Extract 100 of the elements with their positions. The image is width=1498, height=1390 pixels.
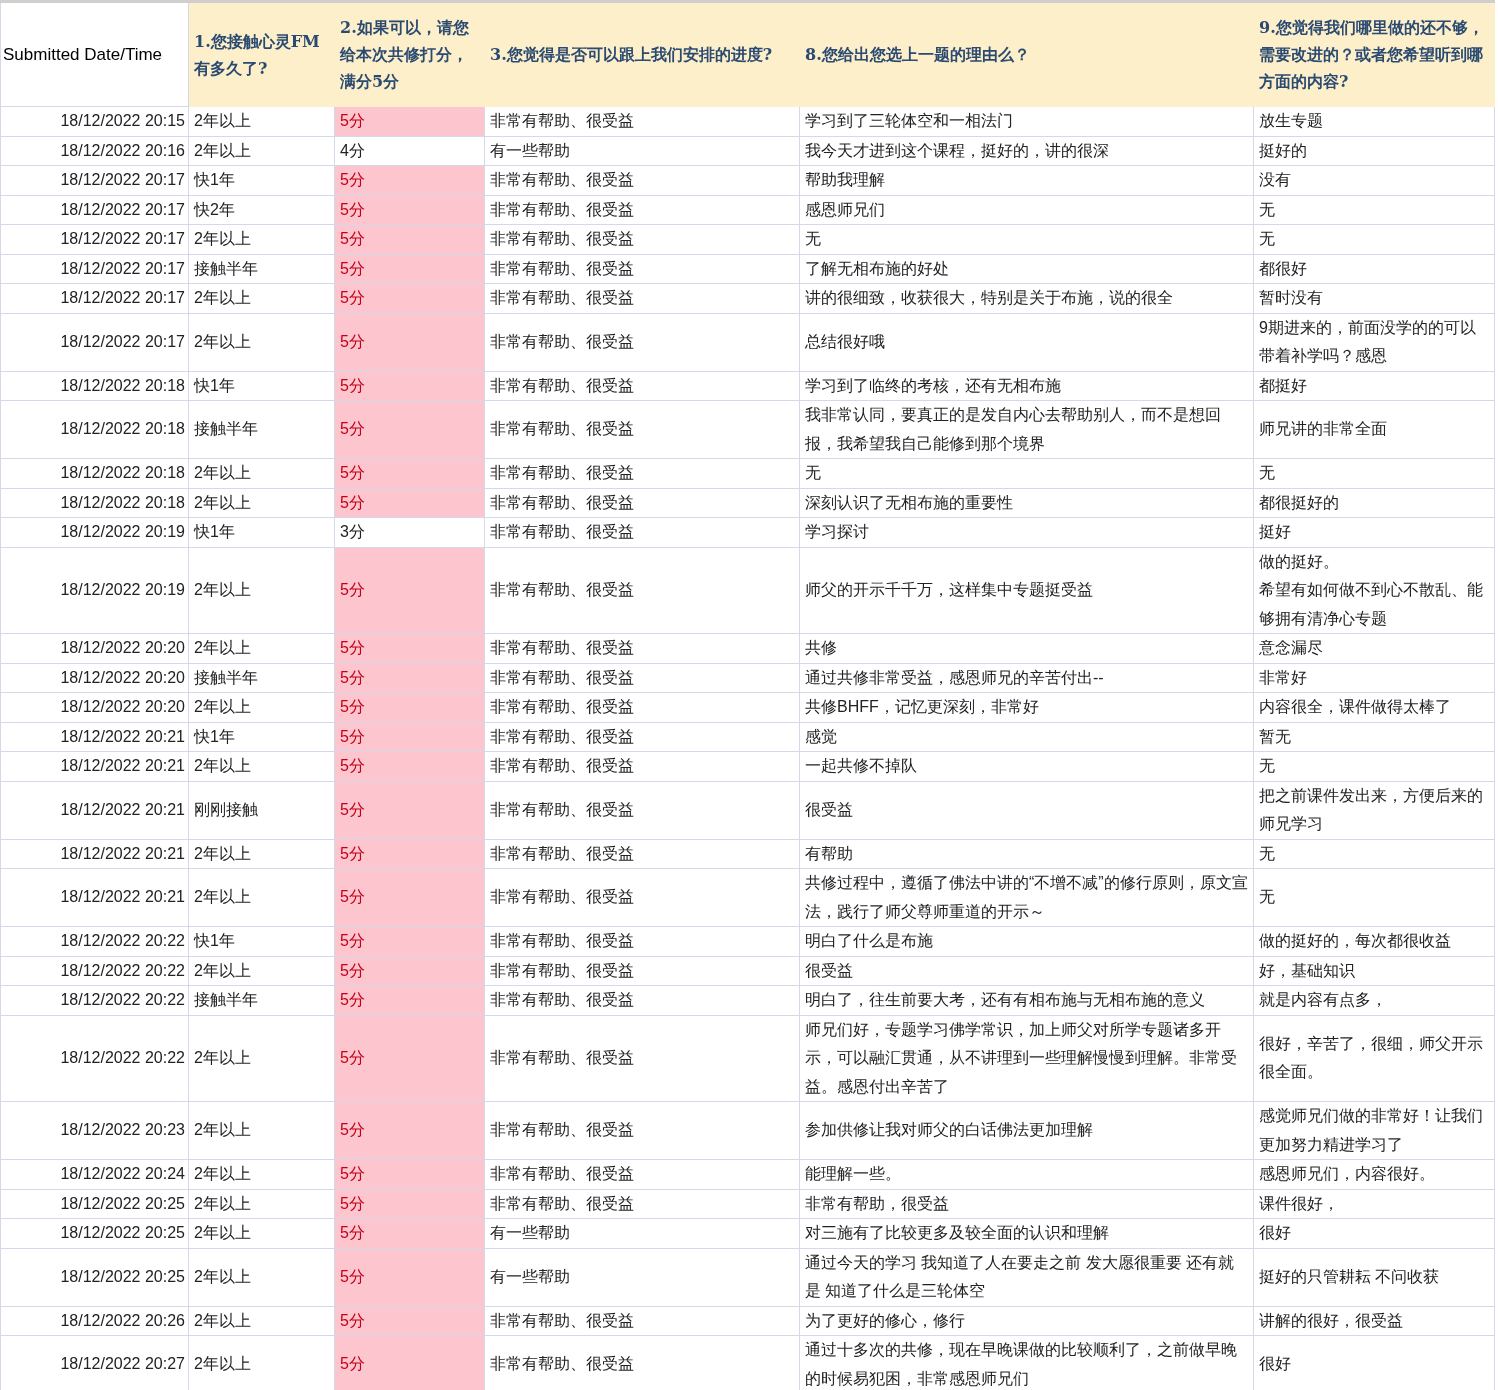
table-cell: 非常有帮助、很受益	[484, 1189, 800, 1219]
table-cell: 非常有帮助、很受益	[484, 1101, 800, 1160]
column-header: 9.您觉得我们哪里做的还不够，需要改进的？或者您希望听到哪方面的内容?	[1253, 1, 1495, 107]
table-cell: 暂无	[1253, 722, 1495, 752]
table-cell: 非常有帮助、很受益	[484, 371, 800, 401]
table-cell: 共修过程中，遵循了佛法中讲的“不增不减”的修行原则，原文宣法，践行了师父尊师重道的开示～	[799, 868, 1254, 927]
column-header: Submitted Date/Time	[0, 1, 189, 107]
table-cell: 非常有帮助、很受益	[484, 1159, 800, 1189]
table-cell: 5分	[334, 633, 485, 663]
table-cell: 很好	[1253, 1218, 1495, 1248]
table-cell: 无	[1253, 224, 1495, 254]
table-cell: 2年以上	[188, 458, 335, 488]
table-cell: 都挺好	[1253, 371, 1495, 401]
table-cell: 5分	[334, 400, 485, 459]
table-cell: 非常有帮助、很受益	[484, 926, 800, 956]
table-cell: 5分	[334, 106, 485, 136]
table-cell: 5分	[334, 371, 485, 401]
table-cell: 师父的开示千千万，这样集中专题挺受益	[799, 547, 1254, 634]
table-cell: 非常有帮助、很受益	[484, 283, 800, 313]
table-cell: 2年以上	[188, 868, 335, 927]
table-cell: 接触半年	[188, 400, 335, 459]
table-cell: 明白了，往生前要大考，还有有相布施与无相布施的意义	[799, 985, 1254, 1015]
table-cell: 非常有帮助、很受益	[484, 1306, 800, 1336]
table-cell: 5分	[334, 283, 485, 313]
table-cell: 非常有帮助、很受益	[484, 517, 800, 547]
table-cell: 18/12/2022 20:21	[0, 868, 189, 927]
table-cell: 5分	[334, 839, 485, 869]
table-cell: 18/12/2022 20:18	[0, 488, 189, 518]
table-cell: 18/12/2022 20:16	[0, 136, 189, 166]
table-cell: 非常有帮助、很受益	[484, 195, 800, 225]
table-cell: 非常有帮助、很受益	[484, 488, 800, 518]
table-cell: 都很好	[1253, 254, 1495, 284]
table-cell: 18/12/2022 20:17	[0, 313, 189, 371]
table-cell: 感觉师兄们做的非常好！让我们更加努力精进学习了	[1253, 1101, 1495, 1160]
table-cell: 5分	[334, 488, 485, 518]
table-cell: 5分	[334, 254, 485, 284]
table-cell: 2年以上	[188, 1189, 335, 1219]
table-cell: 快1年	[188, 165, 335, 195]
table-cell: 非常有帮助、很受益	[484, 547, 800, 634]
column-header: 1.您接触心灵FM有多久了?	[188, 1, 335, 107]
table-cell: 9期进来的，前面没学的的可以带着补学吗？感恩	[1253, 313, 1495, 371]
table-cell: 5分	[334, 165, 485, 195]
table-cell: 18/12/2022 20:18	[0, 371, 189, 401]
table-cell: 18/12/2022 20:20	[0, 633, 189, 663]
table-cell: 非常有帮助、很受益	[484, 839, 800, 869]
table-cell: 18/12/2022 20:21	[0, 839, 189, 869]
table-cell: 非常有帮助、很受益	[484, 663, 800, 693]
table-cell: 无	[1253, 868, 1495, 927]
table-cell: 4分	[334, 136, 485, 166]
table-cell: 为了更好的修心，修行	[799, 1306, 1254, 1336]
table-cell: 共修	[799, 633, 1254, 663]
table-cell: 5分	[334, 926, 485, 956]
table-cell: 无	[1253, 195, 1495, 225]
table-cell: 5分	[334, 751, 485, 781]
table-cell: 师兄讲的非常全面	[1253, 400, 1495, 459]
table-cell: 好，基础知识	[1253, 956, 1495, 986]
table-cell: 18/12/2022 20:21	[0, 722, 189, 752]
table-cell: 5分	[334, 868, 485, 927]
table-cell: 18/12/2022 20:21	[0, 781, 189, 839]
table-cell: 5分	[334, 1189, 485, 1219]
table-cell: 快2年	[188, 195, 335, 225]
table-cell: 18/12/2022 20:25	[0, 1218, 189, 1248]
table-cell: 对三施有了比较更多及较全面的认识和理解	[799, 1218, 1254, 1248]
table-cell: 18/12/2022 20:21	[0, 751, 189, 781]
table-cell: 把之前课件发出来，方便后来的师兄学习	[1253, 781, 1495, 839]
table-cell: 18/12/2022 20:25	[0, 1189, 189, 1219]
table-cell: 18/12/2022 20:15	[0, 106, 189, 136]
table-cell: 2年以上	[188, 224, 335, 254]
table-cell: 很受益	[799, 781, 1254, 839]
table-cell: 暂时没有	[1253, 283, 1495, 313]
table-cell: 非常有帮助、很受益	[484, 106, 800, 136]
table-cell: 非常有帮助、很受益	[484, 722, 800, 752]
table-cell: 无	[799, 458, 1254, 488]
table-cell: 非常好	[1253, 663, 1495, 693]
table-cell: 无	[1253, 458, 1495, 488]
table-cell: 一起共修不掉队	[799, 751, 1254, 781]
table-cell: 18/12/2022 20:19	[0, 517, 189, 547]
table-cell: 无	[799, 224, 1254, 254]
table-cell: 2年以上	[188, 283, 335, 313]
table-cell: 2年以上	[188, 1306, 335, 1336]
table-cell: 有帮助	[799, 839, 1254, 869]
table-cell: 就是内容有点多，	[1253, 985, 1495, 1015]
table-cell: 快1年	[188, 371, 335, 401]
table-cell: 非常有帮助、很受益	[484, 985, 800, 1015]
table-cell: 18/12/2022 20:18	[0, 400, 189, 459]
table-cell: 非常有帮助、很受益	[484, 165, 800, 195]
table-cell: 非常有帮助、很受益	[484, 400, 800, 459]
table-cell: 非常有帮助、很受益	[484, 781, 800, 839]
table-cell: 18/12/2022 20:17	[0, 165, 189, 195]
table-cell: 挺好的	[1253, 136, 1495, 166]
table-cell: 感恩师兄们，内容很好。	[1253, 1159, 1495, 1189]
table-cell: 2年以上	[188, 839, 335, 869]
table-cell: 有一些帮助	[484, 1218, 800, 1248]
table-cell: 挺好的只管耕耘 不问收获	[1253, 1248, 1495, 1306]
table-cell: 感觉	[799, 722, 1254, 752]
table-cell: 接触半年	[188, 254, 335, 284]
table-cell: 感恩师兄们	[799, 195, 1254, 225]
table-cell: 接触半年	[188, 985, 335, 1015]
table-cell: 非常有帮助、很受益	[484, 633, 800, 663]
table-cell: 学习到了临终的考核，还有无相布施	[799, 371, 1254, 401]
